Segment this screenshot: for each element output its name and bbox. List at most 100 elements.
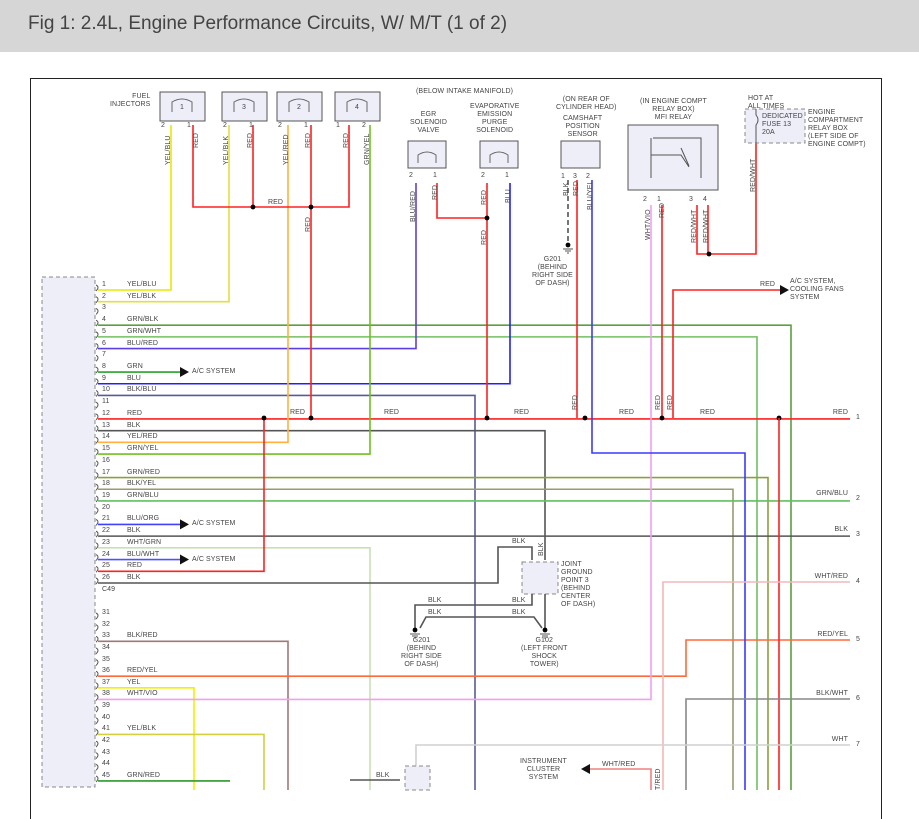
wire-color-label: YEL/BLK (223, 135, 230, 165)
wire-color-label: RED (268, 199, 284, 206)
pin-number: 17 (102, 468, 110, 476)
wire-color-label: WHT/RED (814, 573, 848, 580)
wire-color-label: BLK (538, 542, 545, 556)
pin-terminal-icon (95, 647, 99, 655)
pin-number: 42 (102, 737, 110, 745)
wire-color-label: BLU (127, 374, 141, 382)
pin-terminal-icon (95, 390, 99, 397)
wire-color-label: YEL/RED (127, 433, 158, 441)
wire-color-label: GRN/YEL (127, 445, 159, 453)
wire-color-label: RED (305, 132, 312, 148)
pin-number: 13 (102, 421, 110, 429)
splice-dot (582, 415, 588, 421)
pin-number: 1 (102, 281, 106, 288)
wire-color-label: BLU/YEL (587, 180, 594, 211)
pin-number: 8 (102, 363, 106, 371)
wire-pin-9 (98, 183, 511, 385)
wire-color-label: RED (305, 216, 312, 232)
wire-color-label: BLK (834, 526, 848, 533)
wire-color-label: RED (514, 409, 530, 416)
ac-system-label: A/C SYSTEM (192, 555, 236, 563)
wire-color-label: RED (572, 394, 579, 410)
wire-color-label: BLU (505, 189, 512, 203)
pin-number: 24 (102, 550, 110, 558)
wire-color-label: RED (247, 132, 254, 148)
hot-at-all-times-label: HOT AT ALL TIMES (748, 95, 785, 110)
pin-number: 2 (161, 122, 165, 129)
pin-number: 19 (102, 491, 110, 499)
pin-terminal-icon (95, 624, 99, 631)
pin-number: 2 (481, 172, 485, 179)
pin-number: 23 (102, 538, 110, 546)
pin-number: 32 (102, 620, 110, 628)
pin-number: 3 (689, 196, 693, 203)
arrow-icon (581, 764, 590, 774)
terminal-number: 5 (856, 636, 860, 643)
ac-system-label: A/C SYSTEM (192, 520, 236, 528)
engine-compartment-relay-box-label: ENGINE COMPARTMENT RELAY BOX (LEFT SIDE … (808, 109, 866, 148)
pin-terminal-icon (95, 483, 99, 491)
splice-dot (250, 204, 256, 210)
pin-terminal-icon (95, 740, 99, 748)
pin-terminal-icon (95, 413, 99, 421)
pin-terminal-icon (95, 331, 99, 339)
wire-color-label: WHT/VIO (645, 209, 652, 240)
pin-terminal-icon (95, 659, 99, 666)
pin-terminal-icon (95, 448, 99, 456)
cluster-wht-red-wire (590, 768, 652, 790)
pin-number: 16 (102, 456, 110, 464)
wire-color-label: RED (290, 409, 306, 416)
pin-terminal-icon (95, 682, 99, 690)
pin-number: 9 (102, 374, 106, 382)
wire-color-label: GRN/YEL (364, 133, 371, 165)
splice-dot (261, 415, 267, 421)
manifold-note: (BELOW INTAKE MANIFOLD) (416, 88, 514, 95)
wire-color-label: BLK (512, 609, 526, 616)
ground-blk-wire (419, 616, 543, 629)
pin-terminal-icon (95, 460, 99, 468)
pin-number: 1 (433, 172, 437, 179)
pin-terminal-icon (95, 717, 99, 725)
pin-number: 40 (102, 713, 110, 721)
terminal-number: 3 (856, 531, 860, 538)
splice-dot (412, 627, 418, 633)
pin-number: 3 (102, 304, 106, 312)
evap-label: EVAPORATIVE EMISSION PURGE SOLENOID (470, 103, 520, 134)
wire-color-label: GRN/BLU (127, 491, 159, 499)
pin-number: 2 (643, 196, 647, 203)
pin-number: 34 (102, 643, 110, 651)
pin-terminal-icon (95, 635, 99, 643)
ac-fans-label: A/C SYSTEM, COOLING FANS SYSTEM (790, 278, 844, 301)
wire-color-label: RED (832, 409, 848, 416)
pin-terminal-icon (95, 354, 99, 362)
terminal-number: 4 (856, 578, 860, 585)
pin-number: 4 (703, 196, 707, 203)
wire-pin-26 (98, 546, 533, 584)
pin-number: 41 (102, 725, 110, 733)
fuel-injectors-label: FUEL INJECTORS (110, 93, 151, 108)
wire-color-label: RED (127, 409, 143, 417)
pin-terminal-icon (95, 775, 99, 783)
wire-pin-2 (98, 125, 230, 303)
wire-color-label: RED/WHT (691, 209, 698, 243)
wire-color-label: RED (432, 184, 439, 200)
mfi-relay (627, 124, 719, 191)
wire-color-label: YEL/BLU (165, 135, 172, 166)
pin-terminal-icon (95, 705, 99, 713)
splice-dot (659, 415, 665, 421)
connector-c49-body (41, 276, 96, 788)
pin-number: 39 (102, 702, 110, 710)
wire-color-label: BLK (428, 609, 442, 616)
wire-color-label: T/RED (655, 768, 662, 791)
pin-terminal-icon (95, 694, 99, 701)
wire-color-label: GRN/WHT (127, 327, 162, 335)
wire-color-label: RED/WHT (750, 158, 757, 192)
wire-color-label: RED/WHT (703, 209, 710, 243)
arrow-icon (180, 519, 189, 530)
pin-terminal-icon (95, 472, 99, 479)
instrument-cluster-label: INSTRUMENT CLUSTER SYSTEM (520, 758, 567, 781)
injector-number: 2 (297, 104, 301, 111)
pin-terminal-icon (95, 728, 99, 736)
arrow-icon (180, 367, 189, 378)
wire-color-label: BLK (563, 182, 570, 196)
